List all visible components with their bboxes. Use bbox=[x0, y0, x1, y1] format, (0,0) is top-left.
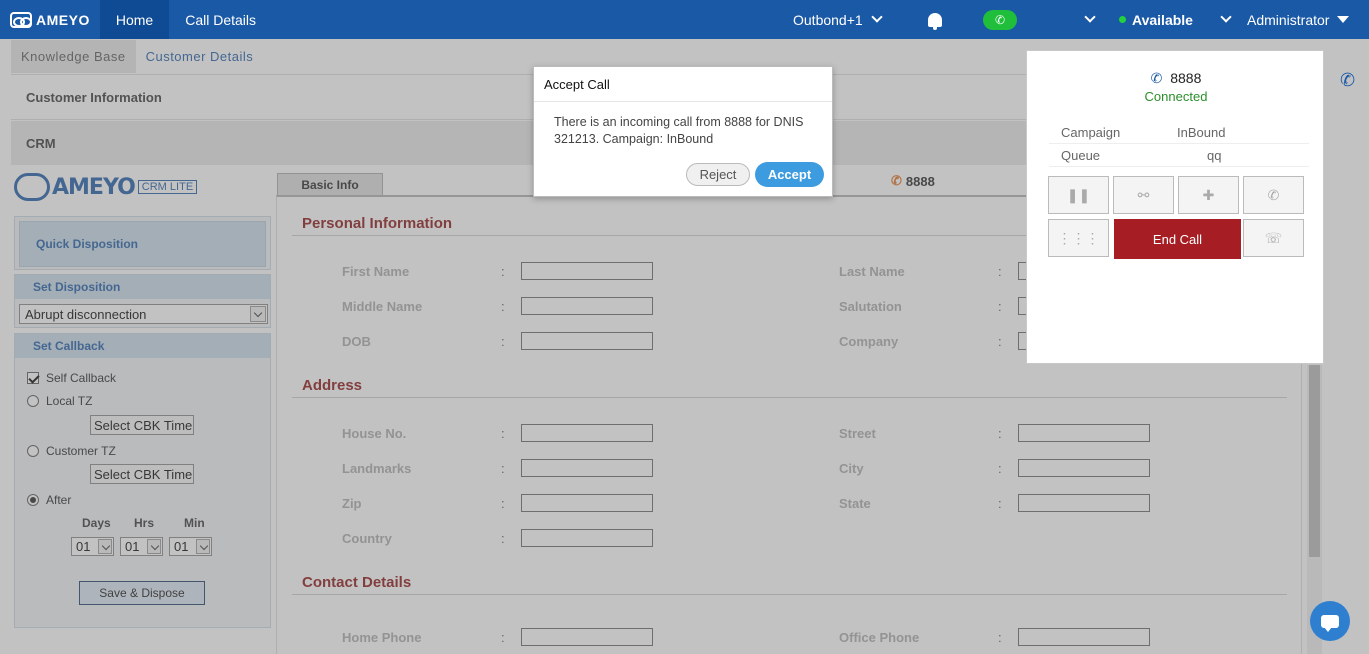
chevron-down-icon bbox=[1084, 11, 1096, 23]
add-user-icon: ✚ bbox=[1202, 186, 1215, 203]
campaign-value: InBound bbox=[1177, 125, 1226, 140]
mute-icon: ⚯ bbox=[1137, 186, 1150, 203]
campaign-label: Campaign bbox=[1061, 125, 1121, 140]
caret-down-icon bbox=[1337, 16, 1350, 23]
call-status: Connected bbox=[1144, 89, 1208, 104]
mute-button[interactable]: ⚯ bbox=[1113, 176, 1174, 214]
dialog-message: There is an incoming call from 8888 for … bbox=[554, 115, 804, 146]
nav-tab-home[interactable]: Home bbox=[99, 0, 170, 39]
reject-button[interactable]: Reject bbox=[686, 163, 750, 186]
queue-value: qq bbox=[1207, 148, 1222, 163]
campaign-selector[interactable]: Outbond+1 bbox=[793, 0, 883, 39]
active-call-number: ✆ 8888 bbox=[1027, 70, 1325, 87]
call-panel-toggle-phone-icon[interactable]: ✆ bbox=[1340, 70, 1355, 91]
call-status-button[interactable]: ✆ bbox=[983, 0, 1017, 39]
phone-icon: ✆ bbox=[1150, 70, 1163, 86]
dialog-title: Accept Call bbox=[534, 67, 832, 102]
transfer-call-icon: ✆ bbox=[1267, 186, 1280, 203]
call-dropdown[interactable] bbox=[1076, 0, 1096, 39]
accept-button[interactable]: Accept bbox=[755, 162, 824, 187]
nav-tab-call-details[interactable]: Call Details bbox=[169, 0, 272, 39]
logo-text: AMEYO bbox=[36, 11, 90, 28]
top-navigation-bar: AMEYO Home Call Details Outbond+1 ✆ Avai… bbox=[0, 0, 1369, 39]
campaign-row: Campaign InBound bbox=[1049, 122, 1309, 144]
phone-icon: ✆ bbox=[983, 9, 1017, 30]
call-control-panel: ✆ 8888 Connected Campaign InBound Queue … bbox=[1026, 50, 1324, 364]
dialpad-icon: ⋮⋮⋮ bbox=[1057, 229, 1100, 246]
hold-button[interactable]: ❚❚ bbox=[1048, 176, 1109, 214]
status-dot bbox=[1119, 16, 1126, 23]
transfer-button[interactable]: ✆ bbox=[1243, 176, 1304, 214]
campaign-selector-label: Outbond+1 bbox=[793, 11, 863, 28]
queue-row: Queue qq bbox=[1049, 145, 1309, 167]
chat-button[interactable] bbox=[1310, 601, 1350, 641]
hangup-button[interactable]: ☏ bbox=[1243, 219, 1304, 257]
user-menu[interactable]: Administrator bbox=[1247, 0, 1350, 39]
dialpad-button[interactable]: ⋮⋮⋮ bbox=[1048, 219, 1109, 257]
agent-status-label: Available bbox=[1132, 11, 1193, 28]
bell-icon bbox=[928, 12, 942, 30]
active-call-number-value: 8888 bbox=[1170, 70, 1202, 86]
pause-icon: ❚❚ bbox=[1066, 186, 1091, 203]
status-dropdown[interactable] bbox=[1212, 0, 1232, 39]
ameyo-logo: AMEYO bbox=[0, 0, 100, 39]
notifications-button[interactable] bbox=[928, 0, 942, 39]
accept-call-dialog: Accept Call There is an incoming call fr… bbox=[533, 66, 833, 197]
chat-bubble-icon bbox=[1321, 614, 1339, 632]
hangup-icon: ☏ bbox=[1264, 229, 1283, 246]
agent-status[interactable]: Available bbox=[1119, 0, 1193, 39]
chevron-down-icon bbox=[871, 11, 883, 23]
queue-label: Queue bbox=[1061, 148, 1101, 163]
conference-button[interactable]: ✚ bbox=[1178, 176, 1239, 214]
chevron-down-icon bbox=[1220, 11, 1232, 23]
user-name: Administrator bbox=[1247, 11, 1330, 28]
end-call-button[interactable]: End Call bbox=[1114, 219, 1241, 259]
ameyo-logo-icon bbox=[10, 11, 32, 28]
